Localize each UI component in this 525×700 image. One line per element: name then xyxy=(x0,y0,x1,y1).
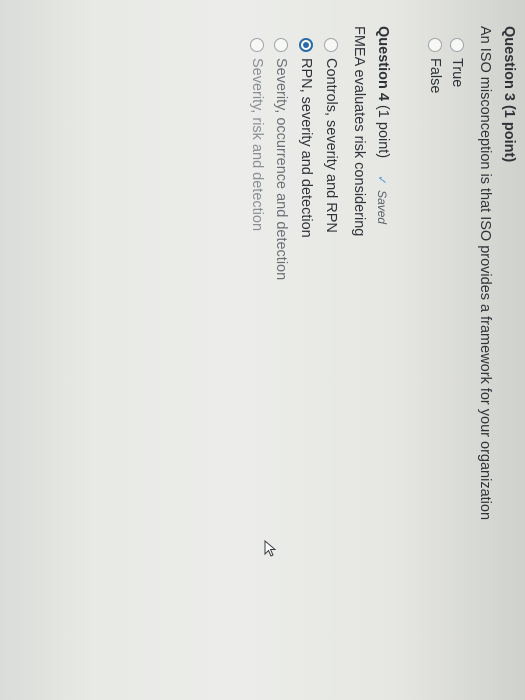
question-3-text: An ISO misconception is that ISO provide… xyxy=(477,26,493,521)
radio-button[interactable] xyxy=(250,38,264,52)
radio-button[interactable] xyxy=(450,38,464,52)
question-4-option-1[interactable]: Controls, severity and RPN xyxy=(323,38,339,233)
quiz-page: Question 3 (1 point) An ISO misconceptio… xyxy=(0,0,525,700)
mouse-pointer-icon xyxy=(264,540,277,557)
radio-button[interactable] xyxy=(428,38,442,52)
question-4-option-3[interactable]: Severity, occurrence and detection xyxy=(273,38,289,280)
question-3-points: (1 point) xyxy=(501,104,517,163)
option-label: Severity, occurrence and detection xyxy=(273,58,289,281)
question-4-option-4[interactable]: Severity, risk and detection xyxy=(249,38,265,231)
question-3-label: Question 3 xyxy=(501,26,517,101)
option-label: False xyxy=(427,58,443,94)
question-3-option-false[interactable]: False xyxy=(427,38,443,93)
option-label: RPN, severity and detection xyxy=(298,58,314,238)
question-4-points: (1 point) xyxy=(375,104,391,159)
check-icon: ✓ xyxy=(375,175,389,186)
radio-button-selected[interactable] xyxy=(299,38,313,52)
question-4-label: Question 4 xyxy=(375,26,391,101)
question-3-option-true[interactable]: True xyxy=(449,38,465,87)
radio-button[interactable] xyxy=(324,38,338,52)
question-3-title: Question 3 (1 point) xyxy=(501,26,517,162)
option-label: True xyxy=(449,58,465,88)
saved-label: Saved xyxy=(375,190,389,225)
radio-button[interactable] xyxy=(274,38,288,52)
option-label: Controls, severity and RPN xyxy=(323,58,339,233)
question-4-title: Question 4 (1 point) xyxy=(375,26,391,158)
question-4-text: FMEA evaluates risk considering xyxy=(351,26,367,237)
option-label: Severity, risk and detection xyxy=(249,58,265,232)
saved-status: ✓ Saved xyxy=(375,175,389,224)
question-4-option-2[interactable]: RPN, severity and detection xyxy=(298,38,314,238)
